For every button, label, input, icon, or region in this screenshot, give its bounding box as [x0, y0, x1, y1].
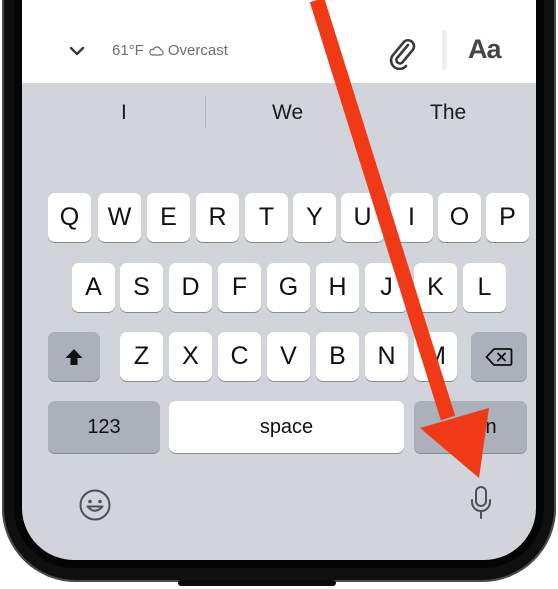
phone-device: 61°F Overcast Aa I We The Q W E R T Y U — [0, 0, 558, 589]
annotation-arrow — [309, 0, 489, 478]
